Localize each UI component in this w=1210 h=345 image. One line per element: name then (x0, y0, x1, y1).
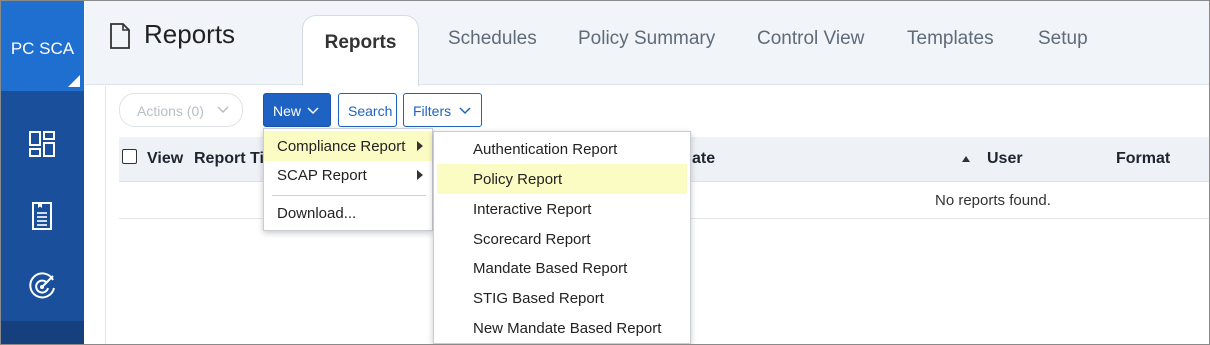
column-date[interactable]: ate (692, 150, 715, 168)
actions-label: Actions (0) (137, 103, 204, 119)
menu-item-label: Compliance Report (277, 138, 406, 155)
new-label: New (273, 103, 302, 119)
tab-reports[interactable]: Reports (302, 15, 419, 86)
tab-schedules[interactable]: Schedules (448, 28, 537, 50)
menu-item-label: New Mandate Based Report (473, 320, 662, 337)
menu-item-label: Download... (277, 205, 357, 222)
page-document-icon (109, 23, 131, 49)
empty-message: No reports found. (935, 192, 1051, 209)
menu-item-compliance-report[interactable]: Compliance Report (264, 131, 432, 161)
tab-policy-summary[interactable]: Policy Summary (578, 28, 715, 50)
rail-footer (1, 321, 84, 344)
menu-item-label: Policy Report (473, 171, 563, 188)
menu-item-policy-report[interactable]: Policy Report (437, 164, 687, 194)
menu-item-label: Mandate Based Report (473, 260, 628, 277)
menu-item-stig-based-report[interactable]: STIG Based Report (434, 283, 690, 313)
app-window: PC SCA Reports Reports Schedules Policy … (0, 0, 1210, 345)
dashboard-icon[interactable] (27, 129, 57, 159)
actions-dropdown[interactable]: Actions (0) (119, 93, 243, 127)
column-user[interactable]: User (987, 150, 1023, 168)
tab-setup[interactable]: Setup (1038, 28, 1088, 50)
menu-item-authentication-report[interactable]: Authentication Report (434, 134, 690, 164)
new-menu: Compliance Report SCAP Report Download..… (263, 128, 433, 231)
page-header: Reports Reports Schedules Policy Summary… (85, 1, 1209, 86)
menu-item-scorecard-report[interactable]: Scorecard Report (434, 224, 690, 254)
search-button[interactable]: Search (338, 93, 397, 127)
menu-item-new-mandate-based-report[interactable]: New Mandate Based Report (434, 313, 690, 343)
tab-label: Reports (324, 32, 397, 53)
submenu-arrow-icon (417, 170, 423, 180)
scan-radar-icon[interactable] (27, 271, 57, 301)
menu-item-interactive-report[interactable]: Interactive Report (434, 194, 690, 224)
tab-templates[interactable]: Templates (907, 28, 994, 50)
submenu-arrow-icon (417, 141, 423, 151)
menu-item-label: Authentication Report (473, 141, 618, 158)
menu-divider (272, 195, 426, 196)
menu-item-scap-report[interactable]: SCAP Report (264, 160, 432, 190)
menu-item-label: Scorecard Report (473, 231, 591, 248)
app-switcher-corner-icon (68, 75, 80, 87)
new-button[interactable]: New (263, 93, 331, 127)
filters-button[interactable]: Filters (403, 93, 482, 127)
filters-label: Filters (413, 103, 452, 119)
report-list-icon[interactable] (27, 201, 57, 231)
menu-item-label: STIG Based Report (473, 290, 604, 307)
column-view[interactable]: View (147, 150, 183, 168)
compliance-report-submenu: Authentication Report Policy Report Inte… (433, 131, 691, 344)
app-name: PC SCA (10, 39, 75, 58)
app-switcher[interactable]: PC SCA (1, 1, 84, 91)
search-label: Search (348, 103, 393, 119)
page-title: Reports (144, 19, 236, 49)
menu-item-label: SCAP Report (277, 167, 367, 184)
chevron-down-icon (459, 107, 471, 115)
chevron-down-icon (307, 107, 319, 115)
select-all-checkbox[interactable] (122, 149, 137, 164)
tab-control-view[interactable]: Control View (757, 28, 864, 50)
menu-item-mandate-based-report[interactable]: Mandate Based Report (434, 253, 690, 283)
menu-item-download[interactable]: Download... (264, 198, 432, 228)
left-nav-rail: PC SCA (1, 1, 84, 344)
column-format[interactable]: Format (1116, 150, 1170, 168)
sort-ascending-icon (962, 156, 970, 162)
chevron-down-icon (217, 106, 229, 114)
menu-item-label: Interactive Report (473, 201, 592, 218)
column-report-title[interactable]: Report Ti (194, 150, 264, 168)
